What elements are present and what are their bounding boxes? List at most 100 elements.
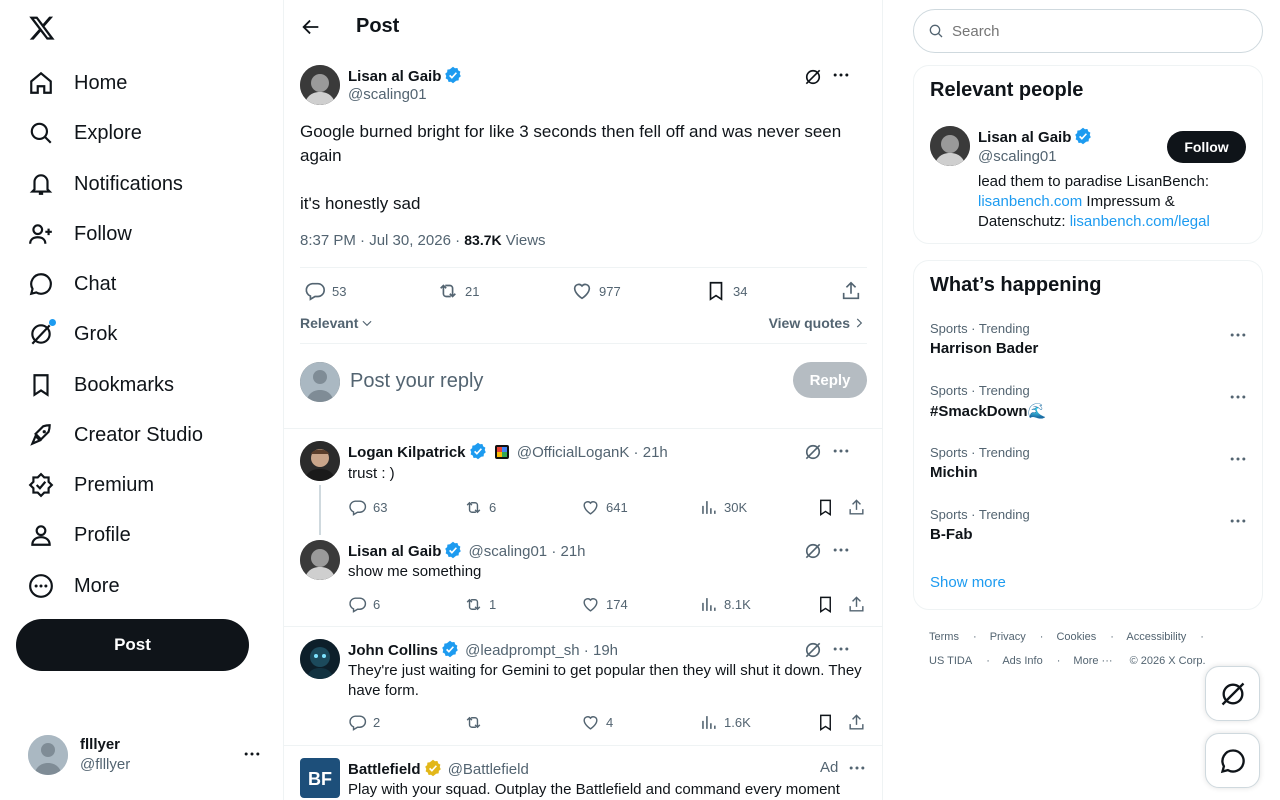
like-button[interactable]: 977 (571, 280, 621, 302)
reply-item[interactable]: Logan Kilpatrick @OfficialLoganK · 21h t… (300, 441, 867, 535)
like-button[interactable]: 641 (581, 498, 628, 517)
views-button[interactable]: 1.6K (699, 713, 751, 732)
share-button[interactable] (847, 595, 866, 614)
post-button[interactable]: Post (16, 619, 249, 671)
sort-dropdown[interactable]: Relevant (300, 315, 374, 331)
author-handle[interactable]: @Battlefield (448, 761, 529, 778)
reply-button[interactable]: 2 (348, 713, 380, 732)
view-quotes-link[interactable]: View quotes (769, 315, 866, 331)
share-button[interactable] (847, 713, 866, 732)
grok-icon[interactable] (803, 442, 823, 462)
search-box[interactable] (913, 9, 1263, 53)
repost-button[interactable] (464, 713, 489, 732)
grok-icon[interactable] (803, 67, 823, 87)
trend-item[interactable]: Sports · Trending B-Fab (930, 507, 1248, 551)
like-button[interactable]: 174 (581, 595, 628, 614)
views-button[interactable]: 8.1K (699, 595, 751, 614)
bookmark-button[interactable] (816, 595, 835, 614)
trend-item[interactable]: Sports · Trending #SmackDown🌊 (930, 383, 1248, 427)
nav-home[interactable]: Home (28, 68, 127, 98)
avatar[interactable] (300, 540, 340, 580)
like-button[interactable]: 4 (581, 713, 613, 732)
nav-creator-studio[interactable]: Creator Studio (28, 420, 203, 450)
avatar[interactable] (300, 65, 340, 105)
nav-follow[interactable]: Follow (28, 219, 132, 249)
author-name[interactable]: Lisan al Gaib (348, 543, 441, 560)
reply-submit-button[interactable]: Reply (793, 362, 867, 398)
more-horizontal-icon[interactable] (1228, 449, 1248, 469)
reply-button[interactable]: 6 (348, 595, 380, 614)
author-name[interactable]: Battlefield (348, 761, 421, 778)
nav-bookmarks[interactable]: Bookmarks (28, 370, 174, 400)
nav-chat[interactable]: Chat (28, 269, 116, 299)
bookmark-button[interactable]: 34 (705, 280, 747, 302)
reply-button[interactable]: 53 (304, 280, 346, 302)
repost-button[interactable]: 6 (464, 498, 496, 517)
more-horizontal-icon[interactable] (1228, 387, 1248, 407)
nav-profile[interactable]: Profile (28, 520, 131, 550)
follow-button[interactable]: Follow (1167, 131, 1246, 163)
trend-item[interactable]: Sports · Trending Harrison Bader (930, 321, 1248, 365)
messages-float-button[interactable] (1205, 733, 1260, 788)
grok-icon[interactable] (803, 541, 823, 561)
nav-more[interactable]: More (28, 571, 120, 601)
reply-input[interactable]: Post your reply (350, 370, 483, 393)
reply-time[interactable]: 21h (561, 543, 586, 560)
author-name[interactable]: Logan Kilpatrick (348, 444, 466, 461)
repost-button[interactable]: 1 (464, 595, 496, 614)
avatar[interactable] (930, 126, 970, 166)
more-horizontal-icon[interactable] (831, 65, 851, 85)
reply-button[interactable]: 63 (348, 498, 387, 517)
share-button[interactable] (847, 498, 866, 517)
views-button[interactable]: 30K (699, 498, 747, 517)
grok-icon[interactable] (803, 640, 823, 660)
account-switcher[interactable]: flllyer @flllyer (28, 734, 268, 776)
author-handle[interactable]: @scaling01 (469, 543, 548, 560)
footer-link[interactable]: Ads Info (1002, 655, 1042, 667)
nav-premium[interactable]: Premium (28, 470, 154, 500)
more-horizontal-icon[interactable] (847, 758, 867, 778)
more-horizontal-icon[interactable] (1228, 511, 1248, 531)
search-input[interactable] (952, 22, 1252, 40)
trend-item[interactable]: Sports · Trending Michin (930, 445, 1248, 489)
author-name[interactable]: Lisan al Gaib (348, 66, 462, 85)
bio-link[interactable]: lisanbench.com (978, 193, 1082, 210)
back-arrow-icon[interactable] (300, 16, 322, 38)
more-horizontal-icon[interactable] (242, 744, 262, 764)
reply-time[interactable]: 21h (643, 444, 668, 461)
avatar[interactable] (300, 639, 340, 679)
bio-link[interactable]: lisanbench.com/legal (1070, 213, 1210, 230)
x-logo-icon[interactable] (28, 14, 56, 42)
bookmark-button[interactable] (816, 713, 835, 732)
footer-link[interactable]: Terms (929, 631, 959, 643)
nav-explore[interactable]: Explore (28, 118, 142, 148)
share-button[interactable] (840, 280, 862, 302)
repost-button[interactable]: 21 (437, 280, 479, 302)
reply-item[interactable]: John Collins @leadprompt_sh · 19h They'r… (300, 639, 867, 735)
bookmark-button[interactable] (816, 498, 835, 517)
more-horizontal-icon[interactable] (831, 441, 851, 461)
reply-time[interactable]: 19h (593, 642, 618, 659)
author-handle[interactable]: @scaling01 (348, 86, 427, 103)
more-horizontal-icon[interactable] (831, 639, 851, 659)
author-handle[interactable]: @leadprompt_sh (465, 642, 579, 659)
footer-link[interactable]: US TIDA (929, 655, 972, 667)
person-name[interactable]: Lisan al Gaib (978, 127, 1092, 146)
grok-float-button[interactable] (1205, 666, 1260, 721)
author-name[interactable]: John Collins (348, 642, 438, 659)
nav-grok[interactable]: Grok (28, 319, 117, 349)
footer-link[interactable]: Accessibility (1126, 631, 1186, 643)
more-horizontal-icon[interactable] (831, 540, 851, 560)
ad-item[interactable]: BF Battlefield @Battlefield Ad Play with… (300, 758, 867, 800)
avatar[interactable]: BF (300, 758, 340, 798)
show-more-link[interactable]: Show more (930, 574, 1006, 591)
footer-link[interactable]: More ··· (1073, 655, 1112, 667)
more-horizontal-icon[interactable] (1228, 325, 1248, 345)
person-handle[interactable]: @scaling01 (978, 148, 1057, 165)
nav-notifications[interactable]: Notifications (28, 169, 183, 199)
post-timestamp[interactable]: 8:37 PM · Jul 30, 2026 · (300, 232, 464, 249)
author-handle[interactable]: @OfficialLoganK (517, 444, 630, 461)
footer-link[interactable]: Cookies (1056, 631, 1096, 643)
avatar[interactable] (300, 441, 340, 481)
footer-link[interactable]: Privacy (990, 631, 1026, 643)
